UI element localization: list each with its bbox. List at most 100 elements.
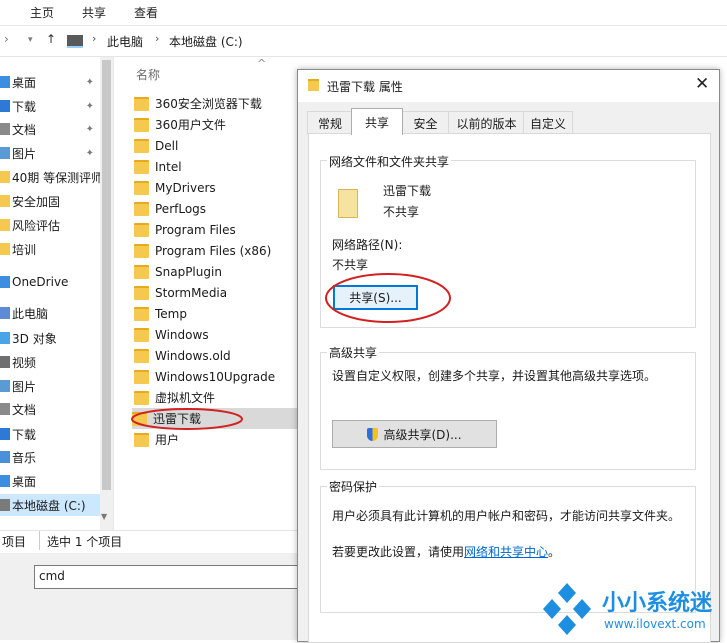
sidebar-item[interactable]: 此电脑: [0, 302, 100, 324]
password-change-suffix: 。: [548, 545, 561, 559]
sidebar-item[interactable]: 图片 ✦: [0, 142, 100, 164]
ribbon-tab-view[interactable]: 查看: [134, 4, 158, 21]
file-name: Windows10Upgrade: [155, 369, 276, 384]
dialog-title-bar[interactable]: 迅雷下载 属性 ✕: [298, 70, 719, 102]
folder-icon: [338, 189, 358, 218]
column-header-name[interactable]: 名称: [136, 66, 160, 83]
sidebar-item[interactable]: 图片: [0, 375, 100, 397]
network-share-group-title: 网络文件和文件夹共享: [327, 153, 452, 170]
file-list-item[interactable]: Windows10Upgrade: [134, 366, 309, 387]
file-list-item[interactable]: 360用户文件: [134, 114, 309, 135]
password-protection-description: 用户必须具有此计算机的用户帐户和密码，才能访问共享文件夹。: [332, 509, 681, 523]
folder-icon: [134, 222, 149, 237]
run-command-input[interactable]: cmd: [34, 565, 298, 589]
advanced-share-button-label: 高级共享(D)...: [383, 427, 462, 442]
file-name: MyDrivers: [155, 180, 216, 195]
sidebar-item-label: 音乐: [12, 450, 37, 465]
file-name: Program Files: [155, 222, 236, 237]
sidebar-item[interactable]: 文档: [0, 398, 100, 420]
tab-customize[interactable]: 自定义: [523, 111, 573, 134]
tab-sharing[interactable]: 共享: [351, 108, 403, 135]
sidebar-item-label: 此电脑: [12, 306, 49, 321]
file-list-item[interactable]: StormMedia: [134, 282, 309, 303]
sidebar-item[interactable]: 3D 对象: [0, 327, 100, 349]
watermark-url: www.ilovext.com: [604, 617, 706, 631]
file-list-item[interactable]: 虚拟机文件: [134, 387, 309, 408]
sidebar-item[interactable]: 下载: [0, 423, 100, 445]
pin-icon[interactable]: ✦: [86, 148, 94, 159]
tab-previous-versions[interactable]: 以前的版本: [448, 111, 525, 134]
file-name: Temp: [155, 306, 187, 321]
sidebar-item[interactable]: 桌面: [0, 470, 100, 492]
file-list-item[interactable]: Program Files: [134, 219, 309, 240]
breadcrumb-drive[interactable]: 本地磁盘 (C:): [169, 33, 243, 50]
shield-icon: [367, 427, 379, 441]
sidebar-item[interactable]: 风险评估: [0, 214, 100, 236]
file-name: Windows: [155, 327, 209, 342]
file-list-item[interactable]: PerfLogs: [134, 198, 309, 219]
watermark-logo-icon: [543, 583, 591, 635]
pin-icon[interactable]: ✦: [86, 101, 94, 112]
tab-general-label: 常规: [317, 116, 342, 131]
sidebar-item-label: 本地磁盘 (C:): [12, 498, 86, 513]
sidebar-item[interactable]: 40期 等保测评师: [0, 166, 100, 188]
share-button[interactable]: 共享(S)...: [333, 285, 418, 310]
ribbon-tab-home[interactable]: 主页: [30, 4, 54, 21]
file-list-item[interactable]: SnapPlugin: [134, 261, 309, 282]
sidebar-item[interactable]: 本地磁盘 (C:): [0, 494, 100, 516]
chevron-down-icon[interactable]: ▾: [28, 35, 33, 45]
file-list-item[interactable]: Program Files (x86): [134, 240, 309, 261]
file-name: 360用户文件: [155, 118, 226, 132]
network-path-label: 网络路径(N):: [332, 238, 403, 252]
sidebar-scrollbar-thumb[interactable]: [102, 60, 111, 490]
pin-icon[interactable]: ✦: [86, 77, 94, 88]
folder-icon: [134, 264, 149, 279]
back-icon[interactable]: ›: [4, 32, 9, 46]
drive-icon: [0, 499, 10, 511]
picture-icon: [0, 147, 10, 159]
file-list-item[interactable]: Intel: [134, 156, 309, 177]
close-icon[interactable]: ✕: [695, 74, 709, 94]
file-list-item[interactable]: 用户: [134, 429, 309, 450]
file-name: SnapPlugin: [155, 264, 222, 279]
up-arrow-icon[interactable]: ↑: [46, 32, 56, 46]
cloud-icon: [0, 276, 10, 288]
sidebar-item-label: 培训: [12, 242, 37, 257]
file-list-item[interactable]: Temp: [134, 303, 309, 324]
folder-icon: [134, 117, 149, 132]
sidebar-item[interactable]: 培训: [0, 238, 100, 260]
share-button-label: 共享(S)...: [349, 291, 402, 305]
properties-dialog: 迅雷下载 属性 ✕ 常规 共享 安全 以前的版本 自定义 网络文件和文件夹共享 …: [297, 69, 720, 643]
file-name: 虚拟机文件: [155, 391, 216, 405]
file-list-item[interactable]: 360安全浏览器下载: [134, 93, 309, 114]
sidebar-item[interactable]: 安全加固: [0, 190, 100, 212]
pin-icon[interactable]: ✦: [86, 124, 94, 135]
file-list-item[interactable]: Windows: [134, 324, 309, 345]
sidebar-item-label: 下载: [12, 99, 37, 114]
sidebar-item[interactable]: 视频: [0, 351, 100, 373]
file-list-item[interactable]: 迅雷下载: [132, 408, 297, 429]
advanced-share-description: 设置自定义权限，创建多个共享，并设置其他高级共享选项。: [332, 369, 657, 383]
tab-general[interactable]: 常规: [307, 111, 353, 134]
sidebar-item[interactable]: 文档 ✦: [0, 118, 100, 140]
breadcrumb-this-pc[interactable]: 此电脑: [107, 33, 143, 50]
ribbon-tab-share[interactable]: 共享: [82, 4, 106, 21]
picture-icon: [0, 380, 10, 392]
drive-icon: [67, 35, 83, 48]
sidebar-item[interactable]: 音乐: [0, 446, 100, 468]
network-sharing-center-link[interactable]: 网络和共享中心: [464, 545, 548, 559]
password-change-prefix: 若要更改此设置，请使用: [332, 545, 465, 559]
file-list-item[interactable]: Dell: [134, 135, 309, 156]
file-list-item[interactable]: Windows.old: [134, 345, 309, 366]
sidebar-item[interactable]: 下载 ✦: [0, 95, 100, 117]
file-list-item[interactable]: MyDrivers: [134, 177, 309, 198]
sidebar-item-label: 桌面: [12, 474, 37, 489]
sidebar-item[interactable]: OneDrive: [0, 271, 100, 293]
share-status: 不共享: [383, 205, 420, 219]
tab-security[interactable]: 安全: [401, 111, 450, 134]
scroll-down-icon[interactable]: ▼: [101, 512, 107, 521]
advanced-share-button[interactable]: 高级共享(D)...: [332, 420, 497, 448]
sidebar-item-label: 文档: [12, 122, 37, 137]
sidebar-item[interactable]: 桌面 ✦: [0, 71, 100, 93]
file-name: 360安全浏览器下载: [155, 97, 262, 111]
